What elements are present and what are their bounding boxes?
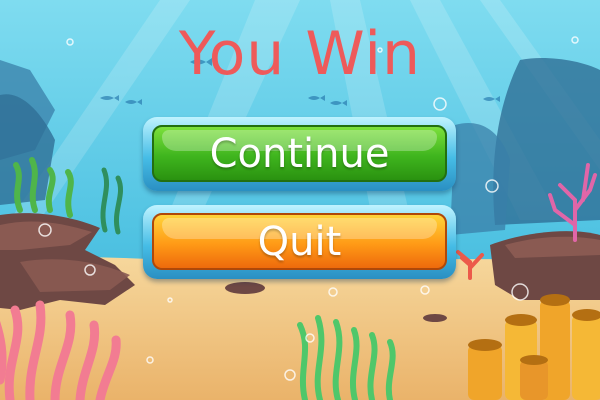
game-scene: You Win Continue Quit (0, 0, 600, 400)
win-title: You Win (178, 19, 422, 89)
quit-button[interactable]: Quit (143, 205, 456, 279)
quit-button-face[interactable]: Quit (152, 213, 447, 270)
quit-button-label: Quit (257, 218, 342, 265)
continue-button[interactable]: Continue (143, 117, 456, 191)
continue-button-label: Continue (209, 130, 390, 177)
pebble (423, 314, 447, 322)
pebble (225, 282, 265, 294)
continue-button-face[interactable]: Continue (152, 125, 447, 182)
